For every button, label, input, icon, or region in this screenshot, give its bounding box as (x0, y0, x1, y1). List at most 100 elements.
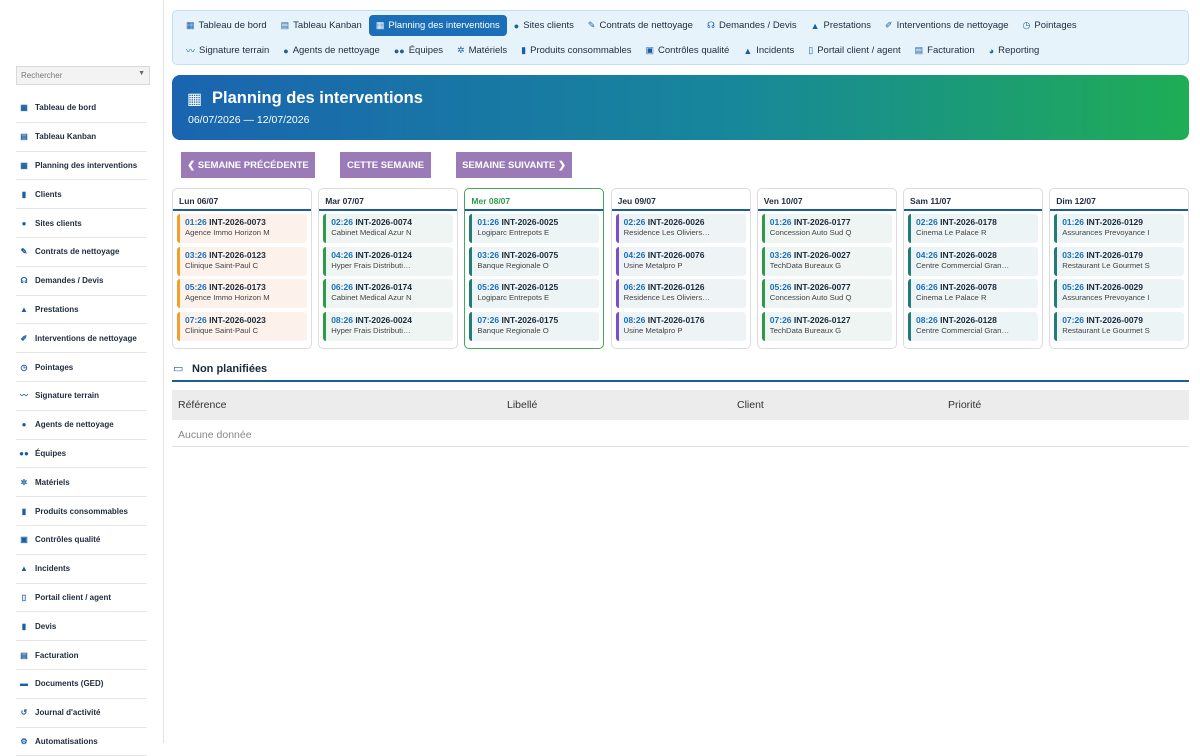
intervention-card[interactable]: 01:26 INT-2026-0129 Assurances Prevoyance… (1054, 214, 1185, 243)
top-nav-sites-clients[interactable]: ● Sites clients (507, 15, 581, 36)
sidebar-item-produits-consommables[interactable]: ▮ Produits consommables (16, 497, 147, 526)
intervention-card[interactable]: 04:26 INT-2026-0028 Centre Commercial Gra… (908, 246, 1038, 276)
intervention-title: 02:26 INT-2026-0026 (624, 217, 746, 227)
intervention-card[interactable]: 06:26 INT-2026-0174 Cabinet Medical Azur … (323, 279, 454, 309)
intervention-card[interactable]: 03:26 INT-2026-0027 TechData Bureaux G (761, 246, 892, 276)
column-header-label[interactable]: Libellé (507, 399, 537, 411)
top-nav-pointages[interactable]: ◷ Pointages (1016, 15, 1084, 36)
previous-week-button[interactable]: ❮ SEMAINE PRÉCÉDENTE (181, 152, 315, 178)
column-header-reference[interactable]: Référence (178, 399, 226, 411)
sidebar-item-clients[interactable]: ▮ Clients (16, 180, 147, 210)
intervention-card[interactable]: 01:26 INT-2026-0177 Concession Auto Sud Q (761, 214, 892, 243)
top-nav-signature-terrain[interactable]: 〰 Signature terrain (179, 40, 276, 61)
top-nav-interventions-de-nettoyage[interactable]: ✐ Interventions de nettoyage (878, 15, 1016, 36)
top-nav-produits-consommables[interactable]: ▮ Produits consommables (514, 40, 638, 61)
intervention-card[interactable]: 06:26 INT-2026-0126 Residence Les Olivier… (615, 279, 746, 309)
intervention-card[interactable]: 07:26 INT-2026-0175 Banque Regionale O (469, 312, 600, 342)
sidebar-item-tableau-de-bord[interactable]: ▦ Tableau de bord (16, 94, 147, 123)
sidebar-item-label: Sites clients (35, 218, 82, 228)
intervention-card[interactable]: 01:26 INT-2026-0025 Logiparc Entrepots E (469, 214, 600, 243)
sidebar-item-pointages[interactable]: ◷ Pointages (16, 353, 147, 382)
top-nav-materiels[interactable]: ✲ Matériels (450, 40, 514, 61)
top-nav-facturation[interactable]: ▤ Facturation (908, 40, 982, 61)
sidebar-item-sites-clients[interactable]: ● Sites clients (16, 209, 147, 238)
intervention-card[interactable]: 01:26 INT-2026-0073 Agence Immo Horizon M (177, 214, 307, 243)
sidebar-item-signature-terrain[interactable]: 〰 Signature terrain (16, 382, 147, 411)
intervention-title: 02:26 INT-2026-0178 (916, 217, 1038, 227)
intervention-title: 04:26 INT-2026-0028 (916, 250, 1038, 260)
intervention-time: 06:26 (623, 282, 646, 293)
sidebar-item-materiels[interactable]: ✲ Matériels (16, 468, 147, 498)
top-nav-agents-de-nettoyage[interactable]: ● Agents de nettoyage (276, 40, 387, 61)
intervention-card[interactable]: 04:26 INT-2026-0124 Hyper Frais Distribut… (323, 246, 454, 276)
sidebar-item-interventions-de-nettoyage[interactable]: ✐ Interventions de nettoyage (16, 324, 147, 354)
day-header: Lun 06/07 (173, 189, 311, 211)
pie-chart-icon: ◕ (988, 45, 995, 56)
intervention-card[interactable]: 02:26 INT-2026-0074 Cabinet Medical Azur … (323, 214, 454, 243)
sidebar-search-select[interactable]: Rechercher ▼ (16, 66, 150, 85)
sidebar-item-prestations[interactable]: ▲ Prestations (16, 296, 147, 325)
intervention-card[interactable]: 05:26 INT-2026-0077 Concession Auto Sud Q (761, 279, 892, 309)
top-nav-prestations[interactable]: ▲ Prestations (804, 15, 878, 36)
intervention-card[interactable]: 04:26 INT-2026-0076 Usine Metalpro P (615, 246, 746, 276)
column-header-client[interactable]: Client (737, 399, 764, 411)
kanban-icon: ▤ (280, 20, 290, 30)
sidebar-item-incidents[interactable]: ▲ Incidents (16, 555, 147, 584)
calendar-icon: ▦ (20, 160, 28, 170)
column-header-priority[interactable]: Priorité (948, 399, 981, 411)
sidebar-item-equipes[interactable]: ●● Équipes (16, 440, 147, 469)
current-week-button[interactable]: CETTE SEMAINE (340, 152, 431, 178)
intervention-reference: INT-2026-0028 (940, 249, 997, 260)
top-nav-tableau-de-bord[interactable]: ▦ Tableau de bord (179, 15, 274, 36)
sidebar-item-documents-ged[interactable]: ▬ Documents (GED) (16, 670, 147, 699)
top-nav-planning-des-interventions[interactable]: ▦ Planning des interventions (368, 15, 507, 36)
intervention-title: 05:26 INT-2026-0125 (477, 282, 599, 292)
intervention-card[interactable]: 03:26 INT-2026-0179 Restaurant Le Gourmet… (1054, 246, 1185, 276)
next-week-button[interactable]: SEMAINE SUIVANTE ❯ (456, 152, 572, 178)
intervention-time: 02:26 (916, 217, 938, 227)
sidebar-item-automatisations[interactable]: ⚙ Automatisations (16, 728, 147, 756)
date-range: 06/07/2026 — 12/07/2026 (188, 114, 310, 126)
top-nav-incidents[interactable]: ▲ Incidents (736, 40, 801, 61)
intervention-client: Usine Metalpro P (623, 326, 683, 336)
sidebar-item-portail-client-agent[interactable]: ▯ Portail client / agent (16, 584, 147, 613)
intervention-card[interactable]: 07:26 INT-2026-0127 TechData Bureaux G (761, 312, 892, 342)
top-nav-reporting[interactable]: ◕ Reporting (982, 40, 1047, 61)
top-nav-tableau-kanban[interactable]: ▤ Tableau Kanban (274, 15, 369, 36)
intervention-reference: INT-2026-0179 (1086, 249, 1144, 260)
intervention-time: 05:26 (185, 282, 207, 293)
intervention-card[interactable]: 06:26 INT-2026-0078 Cinema Le Palace R (908, 279, 1038, 309)
intervention-card[interactable]: 05:26 INT-2026-0173 Agence Immo Horizon M (177, 279, 307, 309)
top-nav-contrats-de-nettoyage[interactable]: ✎ Contrats de nettoyage (581, 15, 700, 36)
headset-icon: ☊ (20, 276, 28, 286)
sidebar-item-contrats-de-nettoyage[interactable]: ✎ Contrats de nettoyage (16, 238, 147, 267)
sidebar-item-devis[interactable]: ▮ Devis (16, 612, 147, 642)
intervention-card[interactable]: 02:26 INT-2026-0178 Cinema Le Palace R (908, 214, 1038, 243)
top-nav-portail-client-agent[interactable]: ▯ Portail client / agent (801, 40, 907, 61)
top-nav-label: Tableau de bord (198, 20, 267, 31)
intervention-card[interactable]: 08:26 INT-2026-0128 Centre Commercial Gra… (908, 312, 1038, 342)
top-nav-demandes-devis[interactable]: ☊ Demandes / Devis (700, 15, 804, 36)
intervention-card[interactable]: 03:26 INT-2026-0123 Clinique Saint-Paul C (177, 246, 307, 276)
sidebar-item-agents-de-nettoyage[interactable]: ● Agents de nettoyage (16, 411, 147, 440)
sidebar-item-tableau-kanban[interactable]: ▤ Tableau Kanban (16, 123, 147, 152)
intervention-card[interactable]: 07:26 INT-2026-0023 Clinique Saint-Paul C (177, 312, 307, 342)
intervention-card[interactable]: 07:26 INT-2026-0079 Restaurant Le Gourmet… (1054, 312, 1185, 342)
chevron-down-icon: ▼ (138, 70, 145, 77)
intervention-card[interactable]: 02:26 INT-2026-0026 Residence Les Olivier… (615, 214, 746, 243)
intervention-card[interactable]: 08:26 INT-2026-0024 Hyper Frais Distribut… (323, 312, 454, 342)
sidebar-item-facturation[interactable]: ▤ Facturation (16, 641, 147, 670)
top-nav-controles-qualite[interactable]: ▣ Contrôles qualité (639, 40, 737, 61)
sidebar-item-demandes-devis[interactable]: ☊ Demandes / Devis (16, 267, 147, 296)
intervention-card[interactable]: 03:26 INT-2026-0075 Banque Regionale O (469, 246, 600, 276)
sidebar-item-journal-d-activite[interactable]: ↺ Journal d'activité (16, 699, 147, 728)
top-nav-equipes[interactable]: ●● Équipes (387, 40, 450, 61)
automation-icon: ⚙ (20, 736, 28, 746)
intervention-card[interactable]: 08:26 INT-2026-0176 Usine Metalpro P (615, 312, 746, 342)
sidebar-item-planning-des-interventions[interactable]: ▦ Planning des interventions (16, 152, 147, 181)
intervention-card[interactable]: 05:26 INT-2026-0029 Assurances Prevoyance… (1054, 279, 1185, 309)
intervention-reference: INT-2026-0175 (501, 315, 559, 326)
unplanned-table: Référence Libellé Client Priorité Aucune… (172, 390, 1189, 447)
sidebar-item-controles-qualite[interactable]: ▣ Contrôles qualité (16, 526, 147, 555)
intervention-card[interactable]: 05:26 INT-2026-0125 Logiparc Entrepots E (469, 279, 600, 309)
